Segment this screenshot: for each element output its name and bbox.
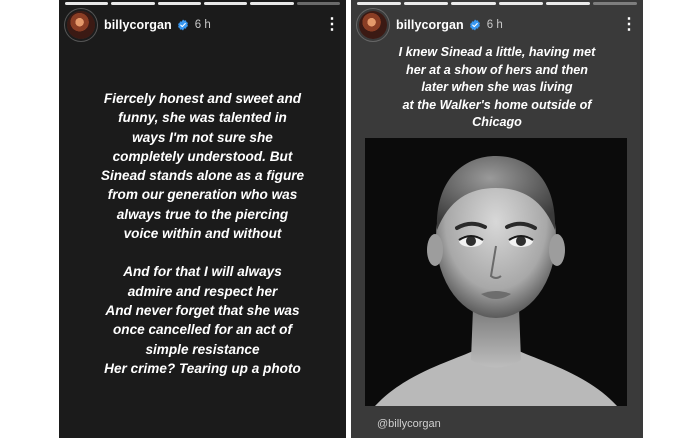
progress-segment [65, 2, 109, 5]
story-caption: I knew Sinead a little, having met her a… [398, 45, 596, 130]
username[interactable]: billycorgan [396, 18, 464, 32]
username[interactable]: billycorgan [104, 18, 172, 32]
story-panel-right[interactable]: billycorgan 6 h ⋮ I knew Sinead a little… [351, 0, 643, 438]
post-time: 6 h [194, 19, 211, 31]
story-progress-bar [65, 2, 340, 5]
progress-segment [157, 2, 201, 5]
post-time: 6 h [486, 19, 503, 31]
more-options-icon[interactable]: ⋮ [324, 17, 340, 33]
progress-segment [250, 2, 294, 5]
progress-segment [404, 2, 449, 5]
progress-segment [545, 2, 590, 5]
progress-segment [357, 2, 402, 5]
progress-segment [451, 2, 496, 5]
progress-segment [296, 2, 340, 5]
story-header: billycorgan 6 h ⋮ [67, 10, 340, 40]
story-text: Fiercely honest and sweet and funny, she… [59, 89, 346, 378]
more-options-icon[interactable]: ⋮ [621, 17, 637, 33]
progress-segment [203, 2, 248, 5]
progress-segment [592, 2, 638, 5]
progress-segment [111, 2, 155, 5]
progress-segment [498, 2, 543, 5]
mention-tag[interactable]: @billycorgan [377, 418, 441, 430]
portrait-image-icon [365, 138, 627, 406]
avatar[interactable] [359, 11, 387, 39]
portrait-photo [365, 138, 627, 406]
story-header: billycorgan 6 h ⋮ [359, 10, 637, 40]
story-paragraph-1: Fiercely honest and sweet and funny, she… [100, 91, 305, 242]
verified-badge-icon [177, 19, 188, 31]
story-panel-left[interactable]: billycorgan 6 h ⋮ Fiercely honest and sw… [59, 0, 346, 438]
avatar[interactable] [67, 11, 95, 39]
story-paragraph-2: And for that I will always admire and re… [104, 264, 301, 376]
story-progress-bar [357, 2, 638, 5]
verified-badge-icon [469, 19, 480, 31]
